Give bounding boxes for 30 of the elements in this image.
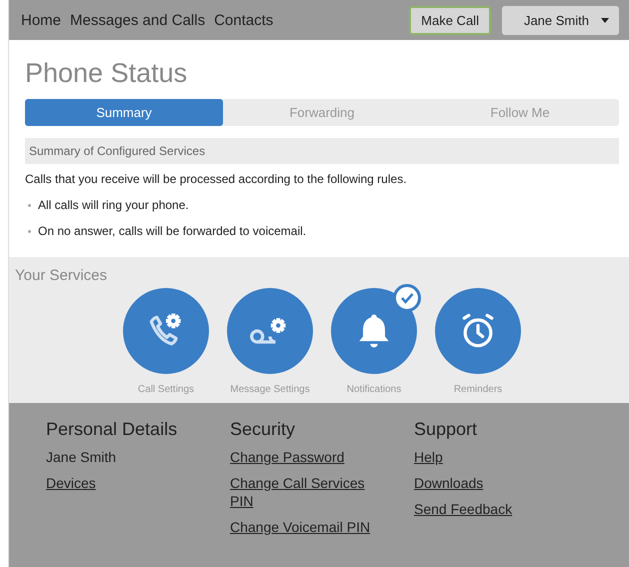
service-label: Message Settings xyxy=(230,384,310,395)
section-header: Summary of Configured Services xyxy=(25,138,619,164)
bullet-icon xyxy=(28,204,31,206)
caret-icon xyxy=(601,18,609,22)
make-call-button[interactable]: Make Call xyxy=(409,6,491,34)
service-label: Call Settings xyxy=(138,384,194,395)
service-label: Notifications xyxy=(346,384,402,395)
footer-link[interactable]: Change Call Services PIN xyxy=(230,474,390,510)
rule-text: All calls will ring your phone. xyxy=(38,198,189,212)
tab[interactable]: Summary xyxy=(25,99,223,126)
footer-link[interactable]: Change Voicemail PIN xyxy=(230,518,370,536)
section-heading: Your Services xyxy=(15,267,107,284)
footer-link[interactable]: Help xyxy=(414,448,443,466)
nav-link[interactable]: Home xyxy=(21,12,62,28)
nav-link[interactable]: Contacts xyxy=(214,12,274,28)
footer-heading: Personal Details xyxy=(46,419,178,440)
footer-link[interactable]: Send Feedback xyxy=(414,500,512,518)
footer-heading: Support xyxy=(414,419,478,440)
footer-link[interactable]: Change Password xyxy=(230,448,344,466)
page-title: Phone Status xyxy=(25,58,188,89)
footer-link[interactable]: Devices xyxy=(46,474,96,492)
nav-link[interactable]: Messages and Calls xyxy=(70,12,206,28)
service-label: Reminders xyxy=(454,384,502,395)
user-menu-button[interactable]: Jane Smith xyxy=(502,6,619,34)
bullet-icon xyxy=(28,230,31,232)
footer-heading: Security xyxy=(230,419,296,440)
rule-text: On no answer, calls will be forwarded to voicemail. xyxy=(38,224,306,238)
footer-link[interactable]: Downloads xyxy=(414,474,484,492)
footer-text: Jane Smith xyxy=(46,448,116,466)
intro-text: Calls that you receive will be processed according to the following rules. xyxy=(25,172,408,186)
